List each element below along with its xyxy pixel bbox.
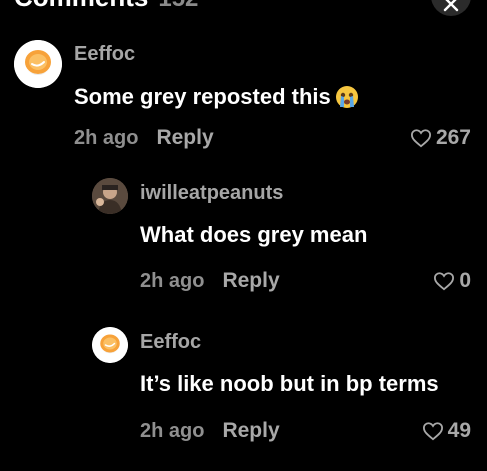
egg-avatar-icon bbox=[14, 40, 62, 88]
comment-username[interactable]: Eeffoc bbox=[74, 43, 135, 66]
comment-meta: 2h ago Reply bbox=[74, 126, 214, 150]
comment-text-content: Some grey reposted this bbox=[74, 84, 331, 109]
comment-time: 2h ago bbox=[74, 126, 139, 149]
reply-item: iwilleatpeanuts What does grey mean 2h a… bbox=[0, 170, 487, 315]
like-count: 0 bbox=[459, 269, 471, 292]
reply-item: Eeffoc It’s like noob but in bp terms 2h… bbox=[0, 315, 487, 471]
comment-username[interactable]: iwilleatpeanuts bbox=[140, 182, 283, 205]
egg-avatar-icon bbox=[92, 327, 128, 363]
comment-text: What does grey mean bbox=[140, 222, 367, 248]
crying-face-emoji-icon bbox=[335, 86, 358, 108]
user-avatar[interactable] bbox=[14, 40, 62, 88]
comment-text-content: It’s like noob but in bp terms bbox=[140, 371, 439, 396]
comment-text: Some grey reposted this bbox=[74, 84, 359, 110]
user-avatar[interactable] bbox=[92, 178, 128, 214]
comment-time: 2h ago bbox=[140, 269, 205, 292]
heart-icon bbox=[410, 129, 431, 148]
like-button[interactable]: 267 bbox=[410, 126, 471, 150]
reply-button[interactable]: Reply bbox=[222, 269, 279, 293]
comment-time: 2h ago bbox=[140, 419, 205, 442]
heart-icon bbox=[422, 422, 443, 441]
comment-username[interactable]: Eeffoc bbox=[140, 331, 201, 354]
heart-icon bbox=[434, 272, 455, 291]
like-button[interactable]: 0 bbox=[433, 269, 471, 293]
like-count: 267 bbox=[435, 126, 471, 149]
comment-text: It’s like noob but in bp terms bbox=[140, 371, 439, 397]
like-count: 49 bbox=[447, 419, 471, 442]
photo-avatar-icon bbox=[92, 178, 128, 214]
comment-item: Eeffoc Some grey reposted this 2h ago Re… bbox=[0, 0, 487, 170]
like-button[interactable]: 49 bbox=[422, 419, 471, 443]
comment-meta: 2h ago Reply bbox=[140, 419, 280, 443]
user-avatar[interactable] bbox=[92, 327, 128, 363]
comment-text-content: What does grey mean bbox=[140, 222, 368, 247]
reply-button[interactable]: Reply bbox=[222, 419, 279, 443]
comment-meta: 2h ago Reply bbox=[140, 269, 280, 293]
reply-button[interactable]: Reply bbox=[156, 126, 213, 150]
